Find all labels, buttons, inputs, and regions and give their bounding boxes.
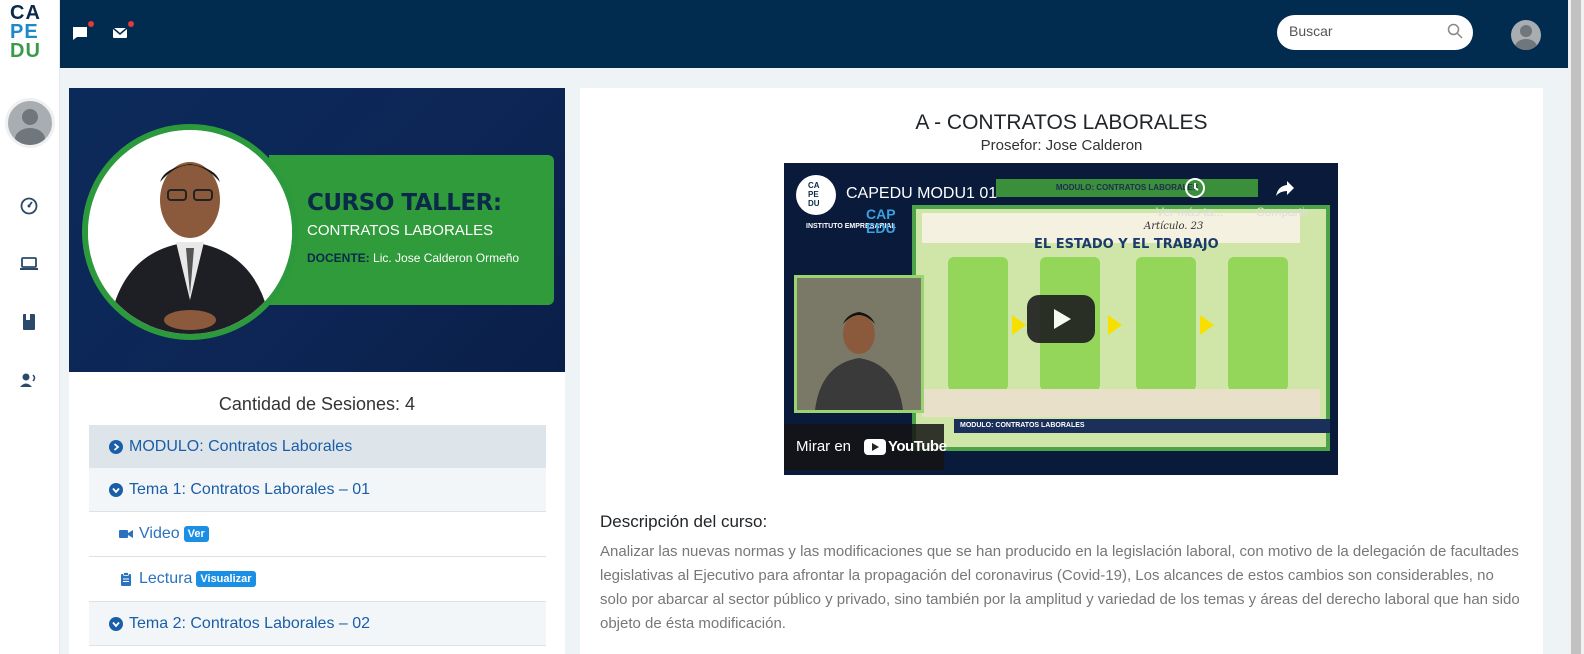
search-input[interactable] [1289, 23, 1439, 39]
slide-brand-big: CAPEDU [866, 206, 896, 236]
visualizar-badge[interactable]: Visualizar [196, 571, 256, 587]
course-professor: Prosefor: Jose Calderon [980, 137, 1143, 154]
slide-article: Artículo. 23 [1144, 221, 1204, 232]
support-icon[interactable] [18, 369, 40, 391]
watch-later-icon[interactable] [1184, 177, 1206, 199]
presenter-inset [794, 275, 924, 413]
chevron-down-circle-icon [109, 482, 123, 497]
lesson-reading[interactable]: Lectura Visualizar [89, 557, 546, 602]
user-avatar[interactable] [1511, 20, 1541, 50]
clipboard-icon [121, 572, 131, 586]
slide-arrow [1012, 315, 1026, 335]
course-banner: CURSO TALLER: CONTRATOS LABORALES DOCENT… [69, 88, 565, 372]
youtube-video-player[interactable]: Artículo. 23 EL ESTADO Y EL TRABAJO MODU… [784, 163, 1338, 475]
top-navbar [60, 0, 1568, 68]
chat-notification-dot [88, 21, 94, 27]
youtube-logo: YouTube [864, 438, 947, 455]
description-title: Descripción del curso: [600, 512, 768, 531]
chevron-down-circle-icon [109, 616, 123, 631]
mail-icon[interactable] [111, 21, 134, 44]
video-camera-icon [119, 530, 133, 538]
scrollbar-thumb[interactable] [1571, 0, 1581, 654]
banner-teacher: DOCENTE: Lic. Jose Calderon Ormeño [307, 251, 520, 265]
tema-2-header[interactable]: Tema 2: Contratos Laborales – 02 [89, 602, 546, 646]
page-scrollbar[interactable] [1568, 0, 1584, 654]
youtube-icon [864, 438, 886, 455]
sidebar-avatar[interactable] [5, 98, 55, 148]
ver-badge[interactable]: Ver [183, 526, 209, 542]
teacher-photo [82, 124, 298, 340]
module-header[interactable]: MODULO: Contratos Laborales [89, 425, 546, 468]
watch-later-label[interactable]: Ver más ta... [1156, 205, 1223, 219]
tema-1-header[interactable]: Tema 1: Contratos Laborales – 01 [89, 468, 546, 512]
course-title: A - CONTRATOS LABORALES [915, 111, 1208, 134]
slide-box [1228, 257, 1288, 391]
course-detail-panel: A - CONTRATOS LABORALES Prosefor: Jose C… [580, 88, 1543, 654]
dashboard-icon[interactable] [18, 195, 40, 217]
course-outline-panel: CURSO TALLER: CONTRATOS LABORALES DOCENT… [69, 88, 565, 654]
chat-icon[interactable] [71, 21, 94, 44]
mail-notification-dot [128, 21, 134, 27]
search-icon[interactable] [1447, 23, 1463, 39]
watch-on-youtube[interactable]: Mirar en YouTube [784, 424, 947, 470]
lesson-video[interactable]: Video Ver [89, 512, 546, 557]
share-icon[interactable] [1274, 177, 1296, 199]
slide-box [948, 257, 1008, 391]
search-box [1277, 15, 1473, 50]
sessions-count: Cantidad de Sesiones: 4 [218, 394, 416, 414]
slide-box [1136, 257, 1196, 391]
capedu-logo[interactable]: CA PE DU [10, 3, 50, 61]
book-icon[interactable] [18, 311, 40, 333]
description-text: Analizar las nuevas normas y las modific… [600, 543, 1520, 632]
slide-arrow [1200, 315, 1214, 335]
share-label[interactable]: Compartir [1256, 205, 1309, 219]
slide-module-banner: MODULO: CONTRATOS LABORALES [996, 179, 1258, 197]
sidebar: CA PE DU [0, 0, 60, 654]
banner-subtitle: CONTRATOS LABORALES [307, 222, 494, 239]
slide-arrow [1108, 315, 1122, 335]
banner-title: CURSO TALLER: [307, 190, 502, 216]
slide-title: EL ESTADO Y EL TRABAJO [1034, 237, 1219, 252]
slide-floor [922, 389, 1320, 417]
laptop-icon[interactable] [18, 253, 40, 275]
play-button[interactable] [1027, 295, 1095, 343]
video-slide: Artículo. 23 EL ESTADO Y EL TRABAJO [912, 205, 1330, 451]
channel-logo[interactable]: CAPEDU [796, 175, 836, 215]
slide-footer: MODULO: CONTRATOS LABORALES [954, 419, 1330, 433]
video-title[interactable]: CAPEDU MODU1 01 [846, 185, 997, 203]
chevron-right-circle-icon [109, 439, 123, 454]
